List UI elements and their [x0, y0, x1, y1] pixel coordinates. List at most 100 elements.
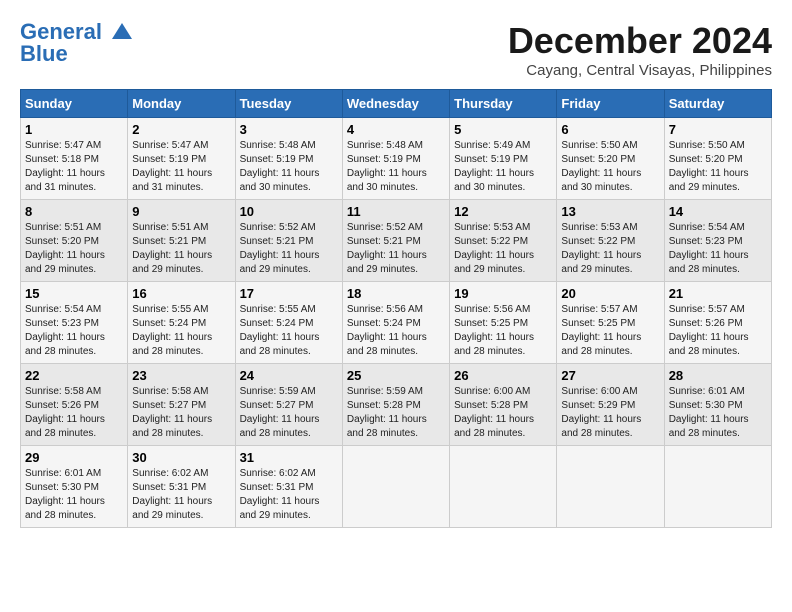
day-info: Sunrise: 5:53 AM Sunset: 5:22 PM Dayligh… [454, 221, 552, 277]
day-cell: 20Sunrise: 5:57 AM Sunset: 5:25 PM Dayli… [557, 282, 664, 364]
day-info: Sunrise: 5:55 AM Sunset: 5:24 PM Dayligh… [240, 303, 338, 359]
week-row-1: 1 Sunrise: 5:47 AM Sunset: 5:18 PM Daylig… [21, 118, 772, 200]
day-number: 31 [240, 450, 338, 465]
day-number: 27 [561, 368, 659, 383]
month-title: December 2024 [508, 20, 772, 62]
col-tuesday: Tuesday [235, 90, 342, 118]
day-info: Sunrise: 6:00 AM Sunset: 5:29 PM Dayligh… [561, 385, 659, 441]
day-info: Sunrise: 5:48 AM Sunset: 5:19 PM Dayligh… [240, 139, 338, 195]
day-number: 16 [132, 286, 230, 301]
day-info: Sunrise: 5:48 AM Sunset: 5:19 PM Dayligh… [347, 139, 445, 195]
day-number: 4 [347, 122, 445, 137]
day-number: 28 [669, 368, 767, 383]
logo: General Blue [20, 20, 134, 67]
day-cell: 31 Sunrise: 6:02 AM Sunset: 5:31 PM Dayli… [235, 446, 342, 528]
day-cell: 11 Sunrise: 5:52 AM Sunset: 5:21 PM Dayli… [342, 200, 449, 282]
day-number: 21 [669, 286, 767, 301]
day-info: Sunrise: 6:01 AM Sunset: 5:30 PM Dayligh… [669, 385, 767, 441]
day-number: 24 [240, 368, 338, 383]
day-number: 9 [132, 204, 230, 219]
day-cell: 22Sunrise: 5:58 AM Sunset: 5:26 PM Dayli… [21, 364, 128, 446]
week-row-3: 15 Sunrise: 5:54 AM Sunset: 5:23 PM Dayli… [21, 282, 772, 364]
location: Cayang, Central Visayas, Philippines [508, 62, 772, 79]
day-cell: 29Sunrise: 6:01 AM Sunset: 5:30 PM Dayli… [21, 446, 128, 528]
title-block: December 2024 Cayang, Central Visayas, P… [508, 20, 772, 79]
day-cell: 24Sunrise: 5:59 AM Sunset: 5:27 PM Dayli… [235, 364, 342, 446]
day-info: Sunrise: 5:58 AM Sunset: 5:27 PM Dayligh… [132, 385, 230, 441]
day-number: 19 [454, 286, 552, 301]
day-cell: 3 Sunrise: 5:48 AM Sunset: 5:19 PM Daylig… [235, 118, 342, 200]
day-info: Sunrise: 5:56 AM Sunset: 5:24 PM Dayligh… [347, 303, 445, 359]
day-number: 11 [347, 204, 445, 219]
logo-icon [110, 21, 134, 45]
day-info: Sunrise: 5:53 AM Sunset: 5:22 PM Dayligh… [561, 221, 659, 277]
day-cell: 18Sunrise: 5:56 AM Sunset: 5:24 PM Dayli… [342, 282, 449, 364]
day-number: 12 [454, 204, 552, 219]
day-cell: 17 Sunrise: 5:55 AM Sunset: 5:24 PM Dayli… [235, 282, 342, 364]
day-number: 13 [561, 204, 659, 219]
day-info: Sunrise: 5:54 AM Sunset: 5:23 PM Dayligh… [669, 221, 767, 277]
day-number: 14 [669, 204, 767, 219]
day-info: Sunrise: 5:58 AM Sunset: 5:26 PM Dayligh… [25, 385, 123, 441]
day-cell: 5 Sunrise: 5:49 AM Sunset: 5:19 PM Daylig… [450, 118, 557, 200]
day-info: Sunrise: 5:55 AM Sunset: 5:24 PM Dayligh… [132, 303, 230, 359]
day-info: Sunrise: 5:57 AM Sunset: 5:25 PM Dayligh… [561, 303, 659, 359]
day-info: Sunrise: 5:54 AM Sunset: 5:23 PM Dayligh… [25, 303, 123, 359]
day-number: 1 [25, 122, 123, 137]
day-info: Sunrise: 5:57 AM Sunset: 5:26 PM Dayligh… [669, 303, 767, 359]
day-info: Sunrise: 5:52 AM Sunset: 5:21 PM Dayligh… [347, 221, 445, 277]
day-cell: 10Sunrise: 5:52 AM Sunset: 5:21 PM Dayli… [235, 200, 342, 282]
day-cell: 2Sunrise: 5:47 AM Sunset: 5:19 PM Daylig… [128, 118, 235, 200]
day-cell: 26Sunrise: 6:00 AM Sunset: 5:28 PM Dayli… [450, 364, 557, 446]
day-number: 30 [132, 450, 230, 465]
day-cell [557, 446, 664, 528]
day-cell: 9 Sunrise: 5:51 AM Sunset: 5:21 PM Daylig… [128, 200, 235, 282]
day-cell: 12 Sunrise: 5:53 AM Sunset: 5:22 PM Dayli… [450, 200, 557, 282]
day-number: 25 [347, 368, 445, 383]
day-cell: 25Sunrise: 5:59 AM Sunset: 5:28 PM Dayli… [342, 364, 449, 446]
day-info: Sunrise: 5:56 AM Sunset: 5:25 PM Dayligh… [454, 303, 552, 359]
day-cell [342, 446, 449, 528]
day-cell: 16 Sunrise: 5:55 AM Sunset: 5:24 PM Dayli… [128, 282, 235, 364]
day-cell: 1 Sunrise: 5:47 AM Sunset: 5:18 PM Daylig… [21, 118, 128, 200]
day-cell: 8 Sunrise: 5:51 AM Sunset: 5:20 PM Daylig… [21, 200, 128, 282]
day-cell: 21 Sunrise: 5:57 AM Sunset: 5:26 PM Dayli… [664, 282, 771, 364]
day-cell: 6 Sunrise: 5:50 AM Sunset: 5:20 PM Daylig… [557, 118, 664, 200]
day-cell: 27 Sunrise: 6:00 AM Sunset: 5:29 PM Dayli… [557, 364, 664, 446]
day-info: Sunrise: 5:50 AM Sunset: 5:20 PM Dayligh… [669, 139, 767, 195]
day-number: 29 [25, 450, 123, 465]
day-number: 8 [25, 204, 123, 219]
day-info: Sunrise: 5:51 AM Sunset: 5:20 PM Dayligh… [25, 221, 123, 277]
day-cell [664, 446, 771, 528]
day-number: 2 [132, 122, 230, 137]
day-info: Sunrise: 5:49 AM Sunset: 5:19 PM Dayligh… [454, 139, 552, 195]
day-info: Sunrise: 6:00 AM Sunset: 5:28 PM Dayligh… [454, 385, 552, 441]
day-cell: 19 Sunrise: 5:56 AM Sunset: 5:25 PM Dayli… [450, 282, 557, 364]
header-row: Sunday Monday Tuesday Wednesday Thursday… [21, 90, 772, 118]
day-info: Sunrise: 5:50 AM Sunset: 5:20 PM Dayligh… [561, 139, 659, 195]
day-info: Sunrise: 5:47 AM Sunset: 5:18 PM Dayligh… [25, 139, 123, 195]
day-number: 6 [561, 122, 659, 137]
day-number: 10 [240, 204, 338, 219]
day-info: Sunrise: 6:02 AM Sunset: 5:31 PM Dayligh… [132, 467, 230, 523]
day-cell: 15 Sunrise: 5:54 AM Sunset: 5:23 PM Dayli… [21, 282, 128, 364]
day-info: Sunrise: 5:51 AM Sunset: 5:21 PM Dayligh… [132, 221, 230, 277]
day-cell: 28 Sunrise: 6:01 AM Sunset: 5:30 PM Dayli… [664, 364, 771, 446]
col-saturday: Saturday [664, 90, 771, 118]
day-info: Sunrise: 6:02 AM Sunset: 5:31 PM Dayligh… [240, 467, 338, 523]
col-wednesday: Wednesday [342, 90, 449, 118]
day-cell: 30 Sunrise: 6:02 AM Sunset: 5:31 PM Dayli… [128, 446, 235, 528]
day-number: 3 [240, 122, 338, 137]
day-number: 5 [454, 122, 552, 137]
week-row-4: 22Sunrise: 5:58 AM Sunset: 5:26 PM Dayli… [21, 364, 772, 446]
week-row-5: 29Sunrise: 6:01 AM Sunset: 5:30 PM Dayli… [21, 446, 772, 528]
col-thursday: Thursday [450, 90, 557, 118]
col-friday: Friday [557, 90, 664, 118]
day-cell: 7Sunrise: 5:50 AM Sunset: 5:20 PM Daylig… [664, 118, 771, 200]
col-sunday: Sunday [21, 90, 128, 118]
day-cell: 13 Sunrise: 5:53 AM Sunset: 5:22 PM Dayli… [557, 200, 664, 282]
week-row-2: 8 Sunrise: 5:51 AM Sunset: 5:20 PM Daylig… [21, 200, 772, 282]
day-number: 15 [25, 286, 123, 301]
day-cell: 4 Sunrise: 5:48 AM Sunset: 5:19 PM Daylig… [342, 118, 449, 200]
day-number: 17 [240, 286, 338, 301]
